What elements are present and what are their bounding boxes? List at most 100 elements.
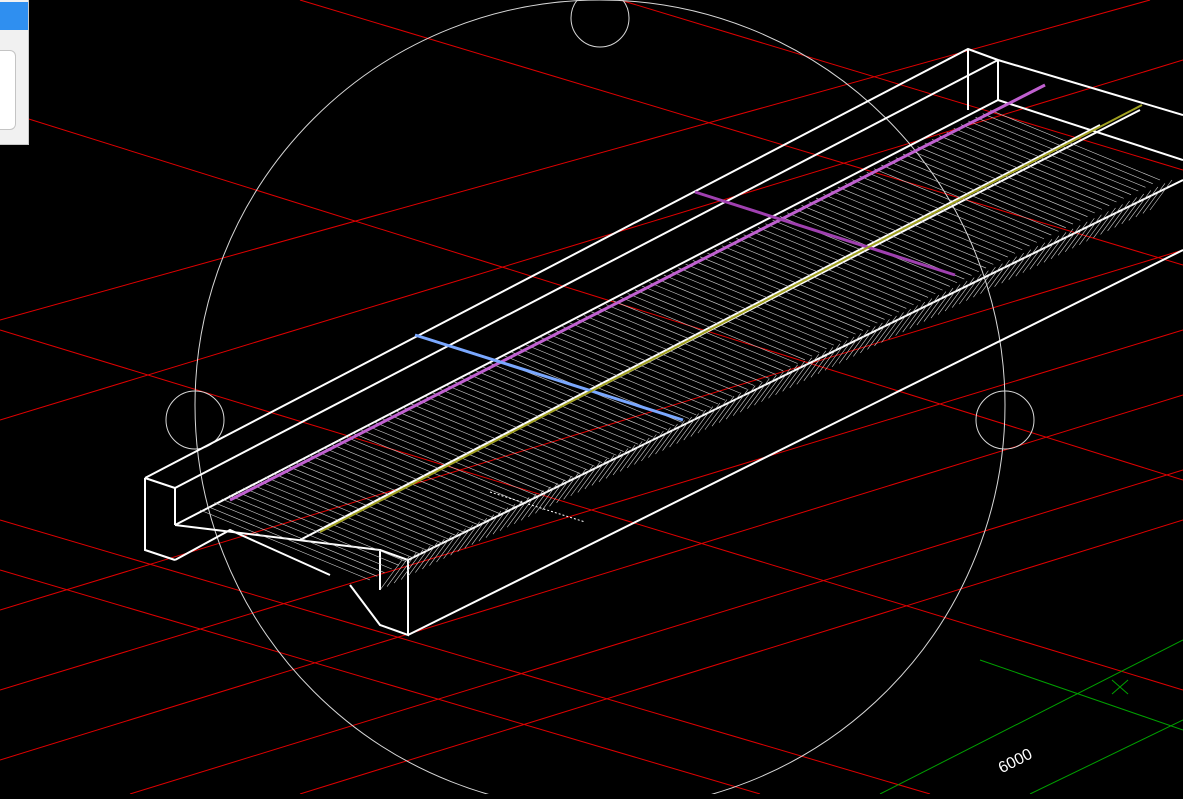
stirrup-line	[707, 252, 878, 324]
stirrup-line	[468, 373, 639, 445]
stirrup-leg-line	[641, 430, 664, 462]
stirrup-line	[750, 230, 921, 302]
stirrup-line	[417, 399, 588, 471]
stirrup-line	[489, 362, 661, 434]
stirrup-leg-line	[379, 559, 403, 591]
stirrup-leg-line	[634, 434, 657, 465]
stirrup-leg-line	[627, 437, 650, 469]
stirrup-leg-line	[789, 357, 812, 388]
stirrup-line	[460, 377, 632, 449]
side-panel	[0, 0, 29, 145]
stirrup-leg-line	[506, 497, 530, 528]
green-grid	[879, 639, 1183, 795]
stirrup-leg-line	[513, 493, 537, 524]
purple-rebar-line	[229, 83, 1046, 502]
stirrup-leg-line	[923, 291, 947, 322]
purple-section-line	[694, 190, 956, 277]
stirrup-line	[439, 388, 610, 460]
stirrup-line	[352, 432, 523, 504]
stirrup-line	[830, 190, 1001, 262]
stirrup-leg-line	[803, 350, 827, 382]
stirrup-line	[330, 443, 501, 515]
stirrup-leg-line	[867, 319, 890, 350]
stirrup-leg-line	[711, 395, 735, 427]
side-panel-header[interactable]	[0, 2, 28, 30]
stirrup-line	[279, 469, 450, 540]
stirrup-line	[743, 234, 914, 306]
stirrup-line	[728, 241, 900, 313]
stirrup-line	[308, 454, 479, 526]
stirrup-leg-line	[570, 465, 593, 497]
stirrup-line	[685, 263, 856, 335]
stirrup-leg-line	[471, 514, 495, 545]
stirrup-line	[207, 506, 378, 577]
side-panel-body[interactable]	[0, 50, 16, 130]
stirrup-line	[323, 447, 494, 518]
stirrup-leg-line	[542, 479, 565, 510]
stirrup-leg-line	[619, 441, 643, 472]
stirrup-leg-line	[725, 388, 749, 420]
stirrup-leg-line	[556, 472, 579, 504]
stirrup-leg-line	[860, 322, 883, 354]
stirrup-line	[373, 421, 545, 493]
stirrup-leg-line	[853, 326, 876, 357]
stirrup-line	[446, 384, 617, 456]
stirrup-line	[721, 245, 892, 317]
stirrup-leg-line	[718, 392, 742, 423]
stirrup-leg-line	[648, 427, 671, 458]
cad-3d-viewport[interactable]: 6000	[0, 0, 1183, 799]
stirrup-line	[736, 238, 907, 309]
stirrup-line	[424, 395, 595, 467]
stirrup-line	[692, 260, 863, 331]
stirrup-leg-line	[902, 301, 925, 333]
stirrup-line	[366, 425, 537, 496]
stirrup-leg-line	[732, 385, 756, 416]
stirrup-leg-line	[598, 451, 622, 483]
stirrup-leg-line	[549, 476, 572, 507]
stirrup-line	[344, 436, 516, 507]
stirrup-leg-line	[478, 511, 502, 542]
stirrup-leg-line	[888, 308, 911, 340]
stirrup-line	[272, 473, 443, 544]
stirrup-line	[801, 205, 972, 276]
stirrup-leg-line	[577, 462, 601, 493]
stirrup-leg-line	[845, 329, 869, 361]
stirrup-leg-line	[655, 423, 678, 455]
stirrup-leg-line	[838, 333, 862, 364]
stirrup-leg-line	[874, 315, 897, 347]
stirrup-leg-line	[909, 298, 933, 329]
stirrup-leg-line	[563, 469, 586, 500]
stirrup-line	[402, 406, 574, 478]
stirrup-leg-line	[824, 340, 848, 371]
stirrup-leg-line	[761, 371, 784, 402]
stirrup-leg-line	[605, 448, 629, 479]
stirrup-line	[286, 465, 458, 537]
stirrup-leg-line	[422, 538, 445, 570]
stirrup-leg-line	[443, 528, 466, 559]
stirrup-leg-line	[930, 287, 954, 319]
stirrup-leg-line	[464, 517, 488, 549]
stirrup-line	[315, 451, 487, 522]
stirrup-line	[294, 462, 465, 533]
stirrup-line	[431, 392, 603, 463]
stirrup-leg-line	[436, 531, 459, 563]
stirrup-leg-line	[747, 378, 770, 409]
model-canvas[interactable]	[0, 0, 1183, 799]
stirrup-leg-line	[916, 294, 940, 326]
stirrup-line	[772, 219, 943, 291]
stirrup-leg-line	[662, 420, 685, 451]
stirrup-leg-line	[704, 399, 728, 430]
stirrup-line	[359, 428, 530, 500]
stirrup-line	[228, 495, 400, 566]
stirrup-line	[257, 480, 429, 551]
stirrup-leg-line	[690, 406, 714, 437]
stirrup-line	[301, 458, 472, 529]
stirrup-line	[236, 491, 407, 562]
orbit-circle	[165, 0, 1035, 799]
stirrup-line	[265, 476, 436, 548]
stirrup-line	[699, 256, 871, 328]
stirrup-leg-line	[831, 336, 855, 368]
stirrup-line	[844, 183, 1016, 254]
stirrup-line	[823, 194, 994, 265]
stirrup-leg-line	[612, 444, 636, 476]
